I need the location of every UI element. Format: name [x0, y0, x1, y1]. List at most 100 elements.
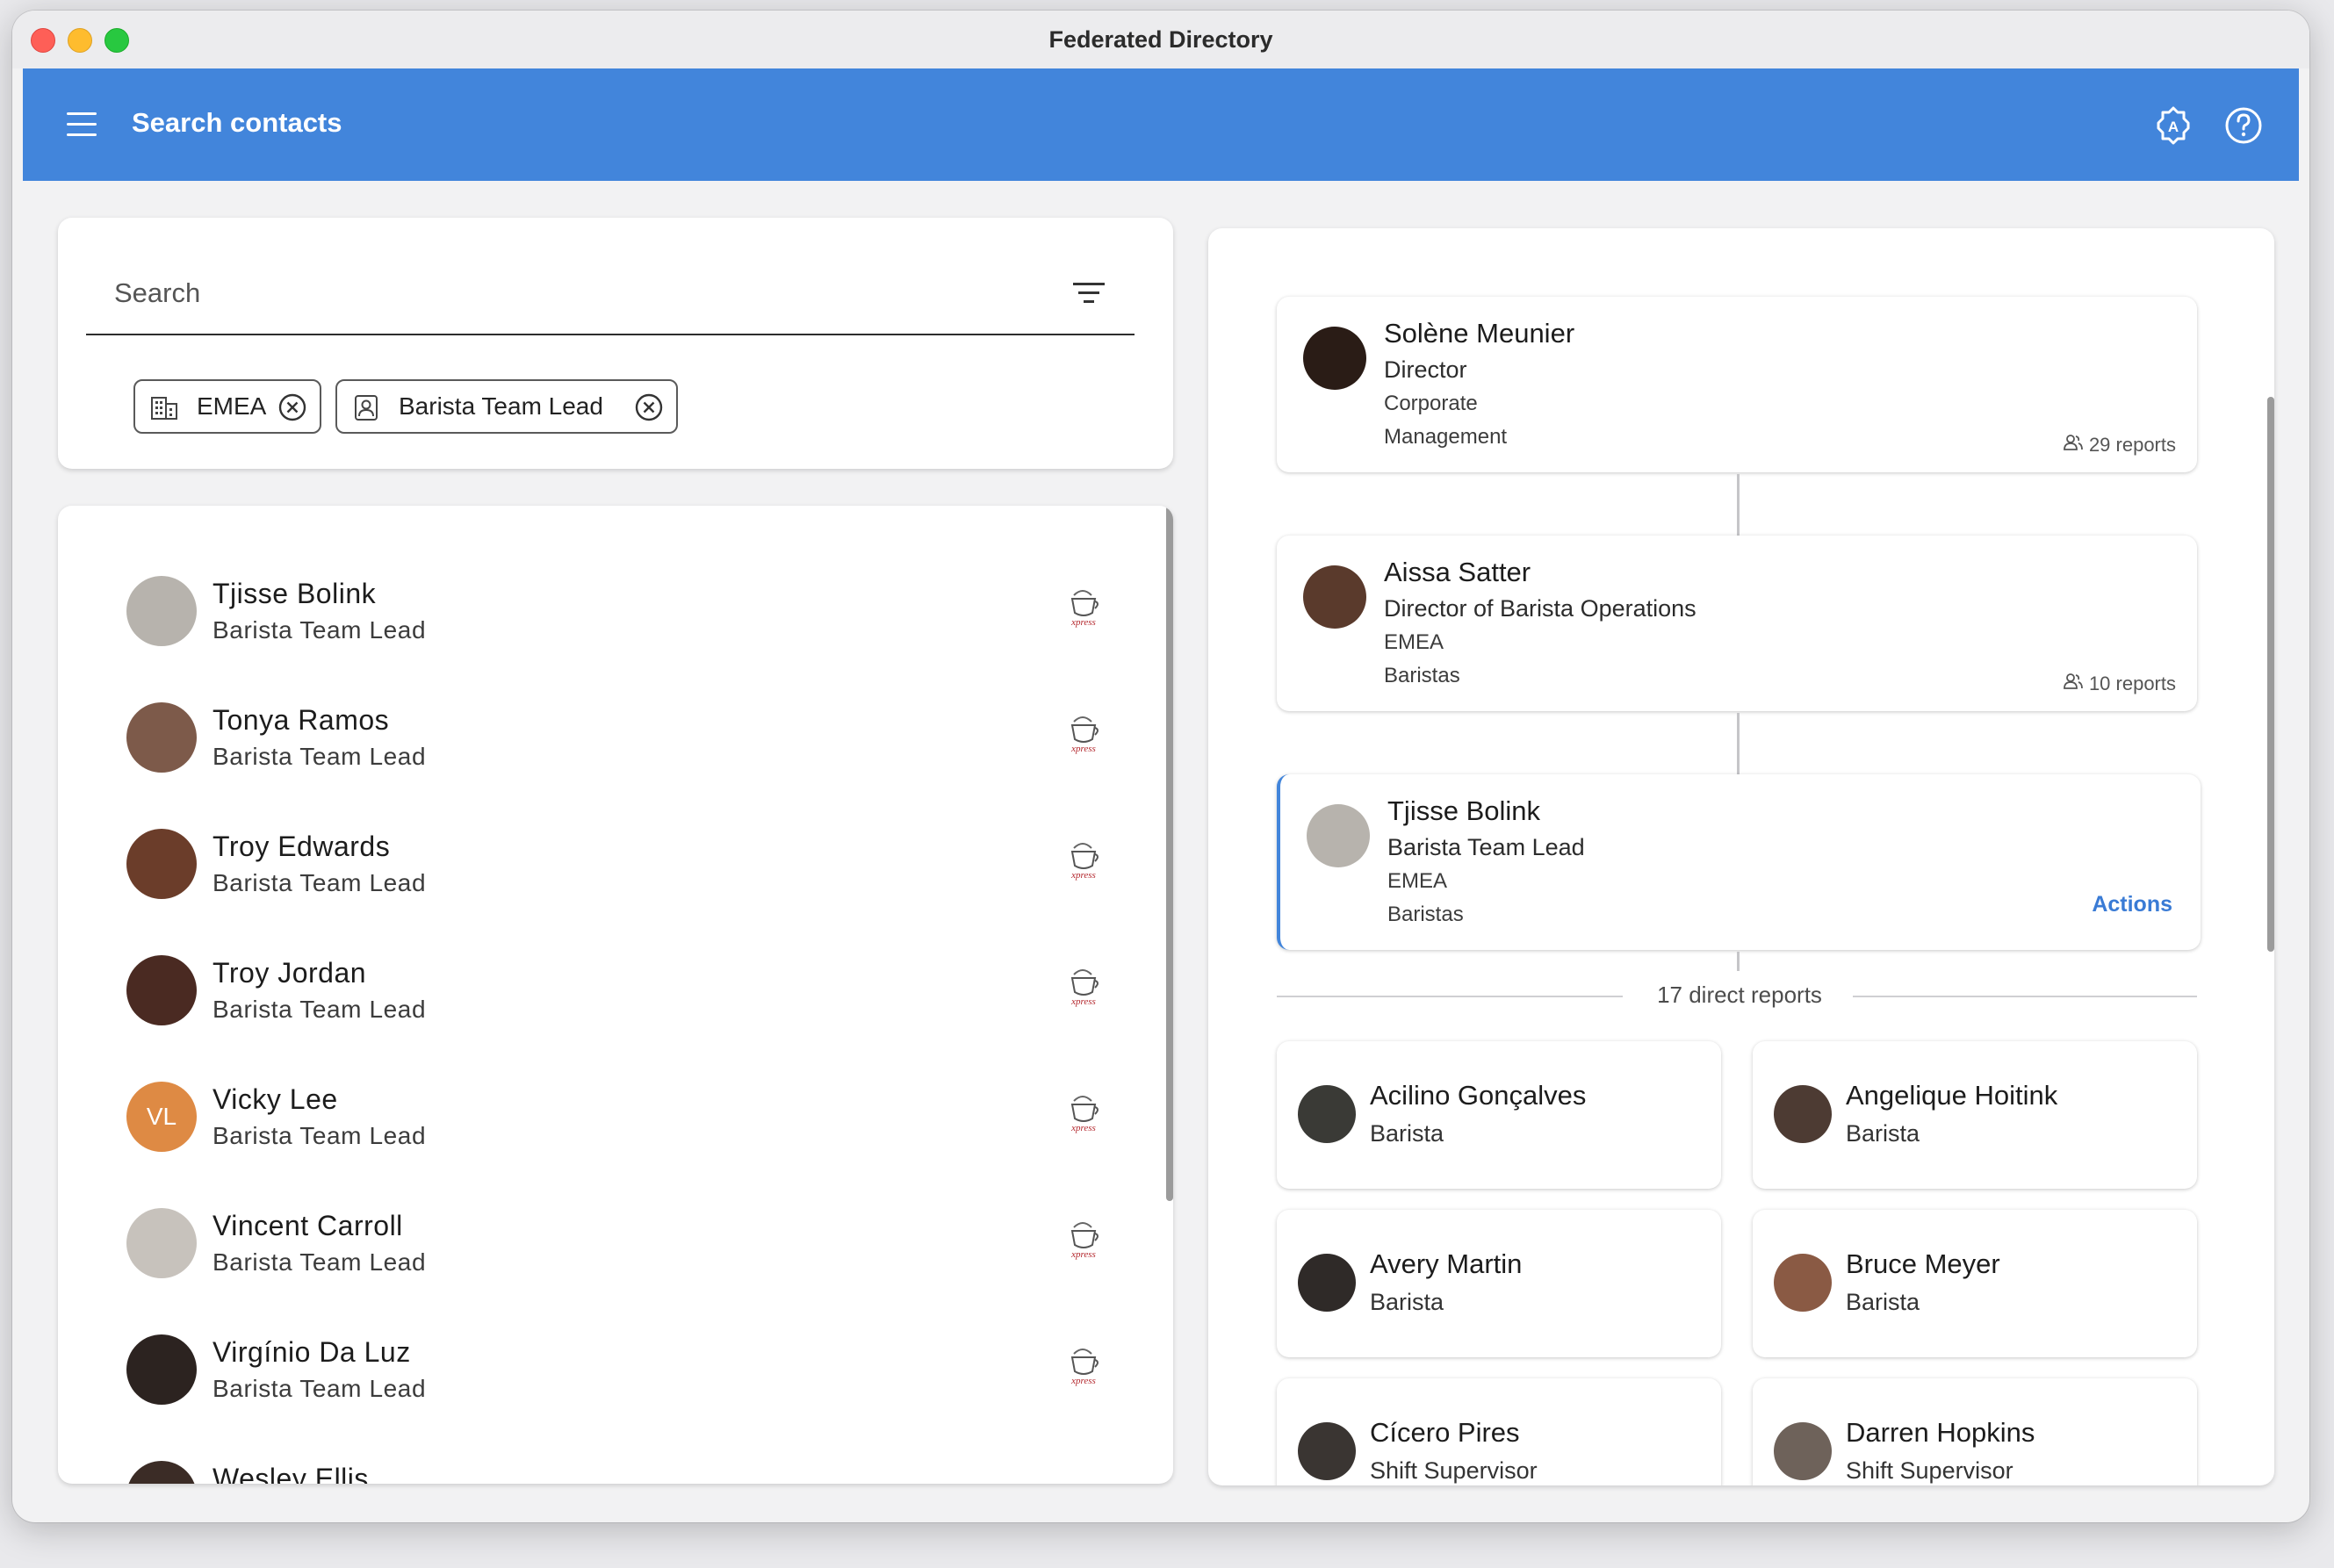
filter-chip-emea[interactable]: EMEA: [133, 379, 321, 434]
contact-role: Barista Team Lead: [213, 996, 427, 1023]
report-name: Avery Martin: [1370, 1248, 1523, 1279]
avatar: [1307, 804, 1370, 867]
avatar: [126, 1334, 197, 1405]
contact-name: Wesley Ellis: [213, 1463, 369, 1484]
divider: [1277, 996, 1623, 997]
avatar-initials: VL: [126, 1082, 197, 1152]
filter-icon[interactable]: [1070, 277, 1108, 309]
app-bar: Search contacts A: [23, 68, 2299, 181]
manager-title: Director: [1384, 356, 1467, 383]
contact-role: Barista Team Lead: [213, 869, 427, 896]
svg-text:xpress: xpress: [1070, 744, 1096, 754]
manager-card[interactable]: Aissa Satter Director of Barista Operati…: [1277, 536, 2197, 711]
report-name: Acilino Gonçalves: [1370, 1080, 1587, 1111]
list-item[interactable]: Wesley Ellis Barista Team Lead: [58, 1436, 1166, 1484]
direct-report-card[interactable]: Cícero Pires Shift Supervisor: [1277, 1378, 1721, 1485]
svg-text:A: A: [2168, 119, 2179, 135]
selected-title: Barista Team Lead: [1387, 834, 1585, 860]
connector-line: [1737, 952, 1740, 971]
avatar: [1774, 1085, 1832, 1143]
badge-icon: [351, 392, 381, 422]
chip-label: EMEA: [197, 392, 267, 420]
contact-role: Barista Team Lead: [213, 616, 427, 644]
svg-text:xpress: xpress: [1070, 1123, 1096, 1133]
direct-report-card[interactable]: Darren Hopkins Shift Supervisor: [1753, 1378, 2197, 1485]
filter-chip-role[interactable]: Barista Team Lead: [335, 379, 678, 434]
report-role: Barista: [1370, 1289, 1444, 1315]
list-item[interactable]: Troy Edwards Barista Team Lead xpress: [58, 804, 1166, 931]
selected-contact-card[interactable]: Tjisse Bolink Barista Team Lead EMEA Bar…: [1277, 774, 2201, 950]
actions-button[interactable]: Actions: [2092, 892, 2172, 917]
coffee-logo-icon: xpress: [1062, 1219, 1106, 1261]
manager-title: Director of Barista Operations: [1384, 595, 1696, 622]
report-name: Bruce Meyer: [1846, 1248, 2000, 1279]
contact-role: Barista Team Lead: [213, 1122, 427, 1149]
list-item[interactable]: Tjisse Bolink Barista Team Lead xpress: [58, 551, 1166, 678]
remove-chip-icon[interactable]: [277, 392, 307, 422]
manager-dept: Management: [1384, 425, 1508, 449]
menu-icon[interactable]: [65, 109, 100, 140]
direct-report-card[interactable]: Avery Martin Barista: [1277, 1210, 1721, 1357]
contact-role: Barista Team Lead: [213, 1248, 427, 1276]
connector-line: [1737, 713, 1740, 774]
manager-name: Aissa Satter: [1384, 557, 1531, 587]
coffee-logo-icon: xpress: [1062, 839, 1106, 881]
org-chart-scrollbar[interactable]: [2267, 397, 2274, 952]
manager-name: Solène Meunier: [1384, 318, 1575, 349]
manager-card[interactable]: Solène Meunier Director Corporate Manage…: [1277, 297, 2197, 472]
contact-name: Tonya Ramos: [213, 704, 390, 736]
app-window: Federated Directory Search contacts A Se…: [12, 11, 2309, 1522]
report-role: Barista: [1370, 1120, 1444, 1147]
svg-text:xpress: xpress: [1070, 870, 1096, 881]
avatar: [126, 829, 197, 899]
avatar: [126, 1208, 197, 1278]
avatar: [126, 955, 197, 1025]
report-name: Darren Hopkins: [1846, 1417, 2035, 1448]
contact-role: Barista Team Lead: [213, 743, 427, 770]
direct-report-card[interactable]: Bruce Meyer Barista: [1753, 1210, 2197, 1357]
remove-chip-icon[interactable]: [634, 392, 664, 422]
manager-org: Corporate: [1384, 392, 1478, 415]
avatar: [1774, 1254, 1832, 1312]
results-list: Tjisse Bolink Barista Team Lead xpress T…: [58, 506, 1173, 1484]
avatar: [1298, 1085, 1356, 1143]
selected-org: EMEA: [1387, 869, 1448, 893]
contact-name: Virgínio Da Luz: [213, 1336, 411, 1368]
avatar: [1298, 1254, 1356, 1312]
reports-label: 29 reports: [2088, 434, 2176, 456]
svg-text:xpress: xpress: [1070, 1249, 1096, 1260]
search-input[interactable]: [112, 270, 994, 316]
direct-report-card[interactable]: Angelique Hoitink Barista: [1753, 1041, 2197, 1189]
contact-name: Troy Edwards: [213, 831, 391, 862]
report-name: Angelique Hoitink: [1846, 1080, 2058, 1111]
avatar: [1298, 1422, 1356, 1480]
results-scrollbar[interactable]: [1166, 506, 1173, 1201]
org-chart-panel: Solène Meunier Director Corporate Manage…: [1208, 228, 2274, 1485]
search-field: [86, 253, 1135, 335]
reports-count: 10 reports: [2063, 673, 2176, 695]
divider: [1853, 996, 2197, 997]
list-item[interactable]: Virgínio Da Luz Barista Team Lead xpress: [58, 1310, 1166, 1436]
avatar: [1774, 1422, 1832, 1480]
coffee-logo-icon: xpress: [1062, 1092, 1106, 1134]
avatar: [126, 1461, 197, 1484]
selected-name: Tjisse Bolink: [1387, 795, 1540, 826]
list-item[interactable]: VL Vicky Lee Barista Team Lead xpress: [58, 1057, 1166, 1183]
coffee-logo-icon: xpress: [1062, 586, 1106, 629]
coffee-logo-icon: xpress: [1062, 966, 1106, 1008]
title-bar: Federated Directory: [12, 11, 2309, 68]
selected-dept: Baristas: [1387, 903, 1464, 926]
list-item[interactable]: Tonya Ramos Barista Team Lead xpress: [58, 678, 1166, 804]
coffee-logo-icon: xpress: [1062, 713, 1106, 755]
reports-count: 29 reports: [2063, 434, 2176, 457]
chip-label: Barista Team Lead: [399, 392, 603, 420]
help-icon[interactable]: [2223, 105, 2264, 146]
list-item[interactable]: Troy Jordan Barista Team Lead xpress: [58, 931, 1166, 1057]
avatar: [126, 702, 197, 773]
report-name: Cícero Pires: [1370, 1417, 1520, 1448]
reports-label: 10 reports: [2088, 673, 2176, 694]
direct-report-card[interactable]: Acilino Gonçalves Barista: [1277, 1041, 1721, 1189]
settings-gear-icon[interactable]: A: [2153, 105, 2194, 146]
list-item[interactable]: Vincent Carroll Barista Team Lead xpress: [58, 1183, 1166, 1310]
connector-line: [1737, 474, 1740, 536]
